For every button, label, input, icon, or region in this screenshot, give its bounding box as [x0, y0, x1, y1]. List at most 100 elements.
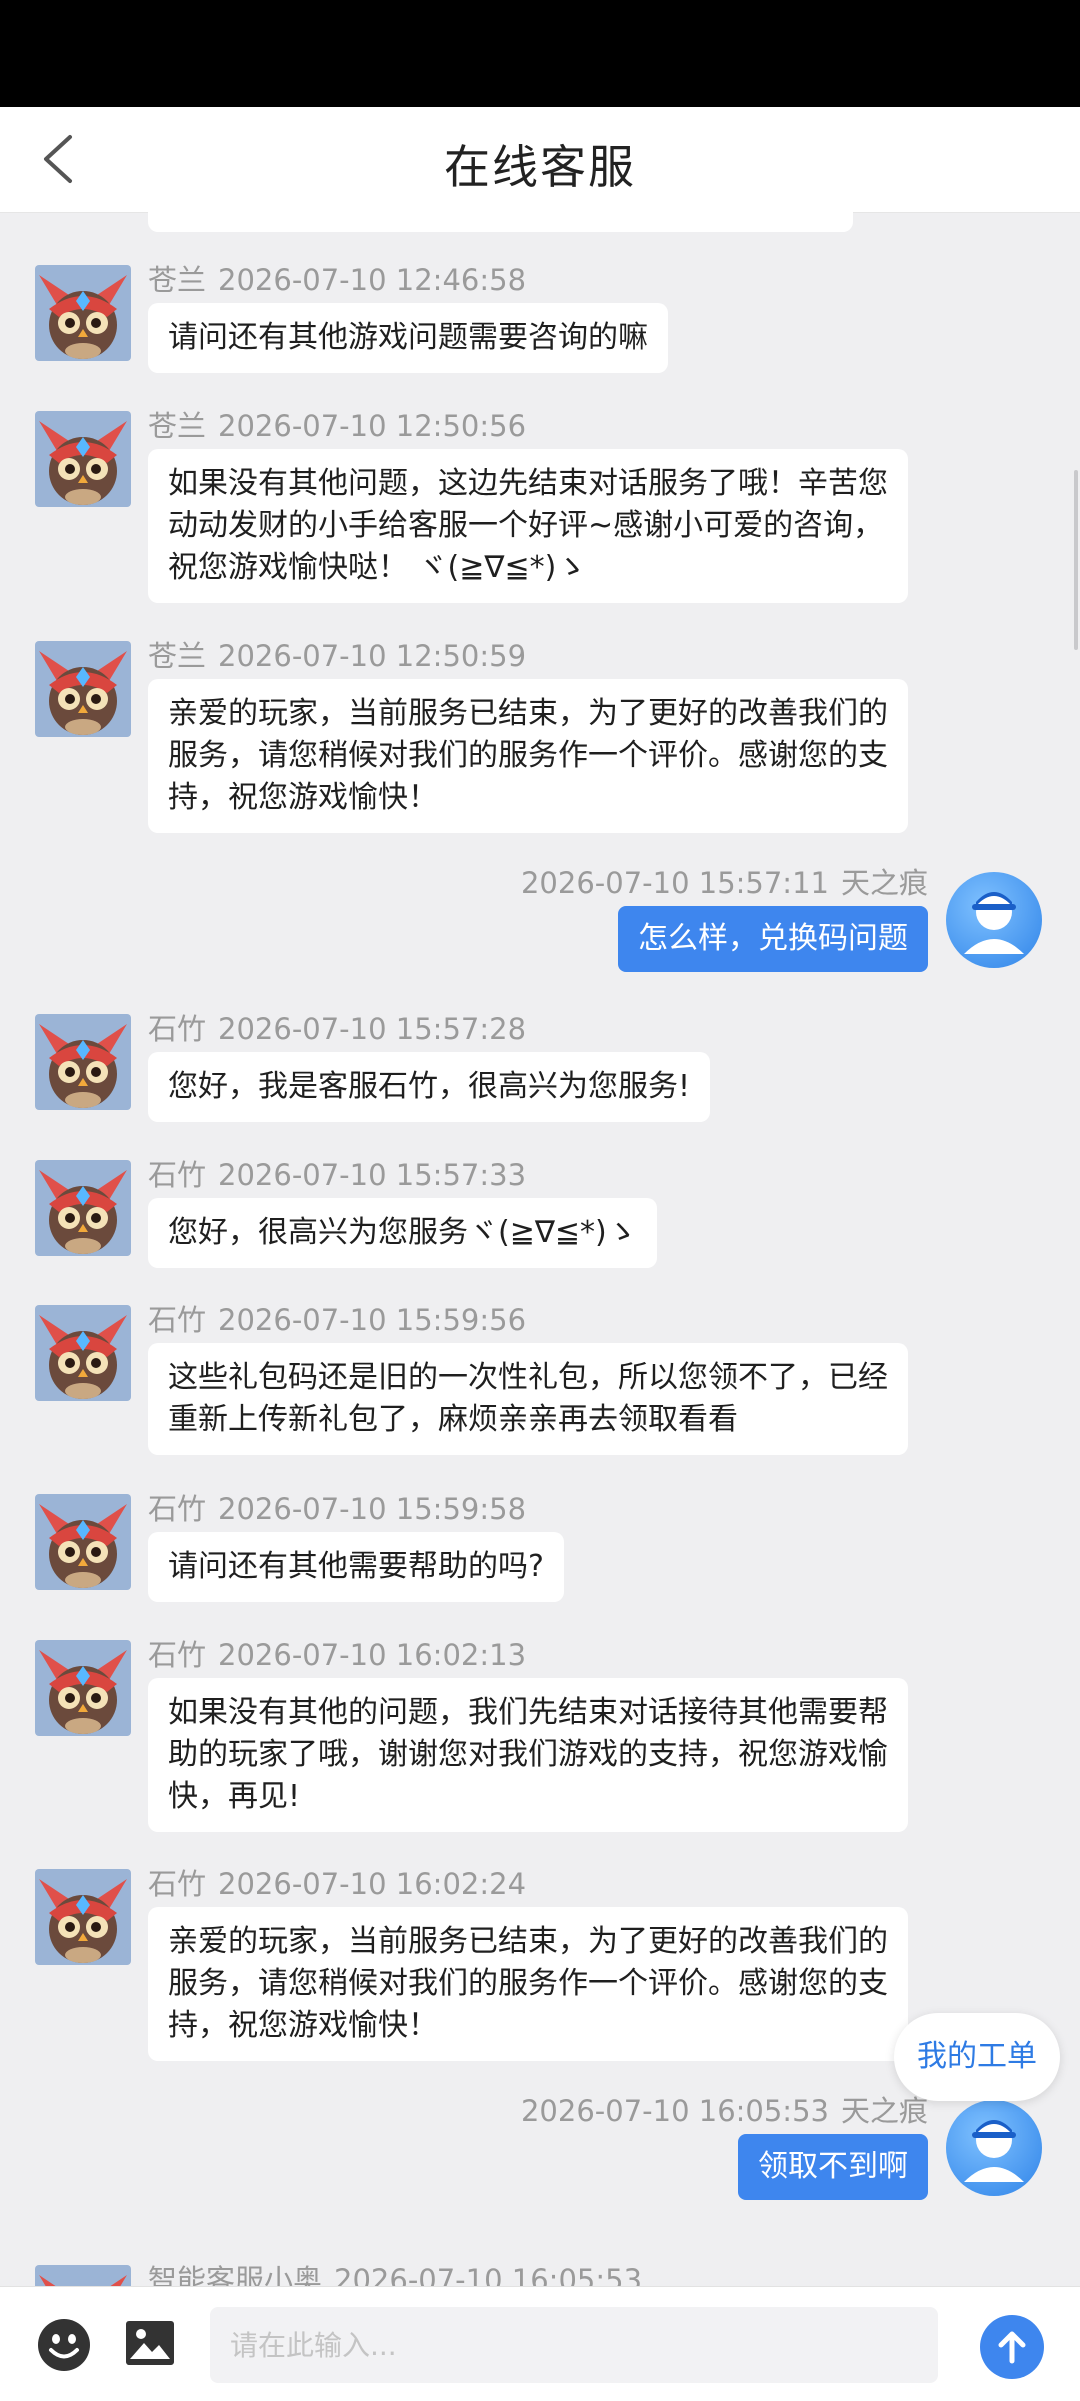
- owl-avatar-image: [35, 2265, 131, 2286]
- timestamp: 2026-07-10 15:59:56: [218, 1303, 527, 1337]
- scrollbar[interactable]: [1074, 470, 1078, 650]
- timestamp: 2026-07-10 12:46:58: [218, 263, 527, 297]
- timestamp: 2026-07-10 16:05:53: [334, 2263, 643, 2286]
- owl-avatar-image: [35, 641, 131, 737]
- input-bar: [0, 2286, 1080, 2401]
- message-meta: 苍兰 2026-07-10 12:46:58: [148, 257, 526, 299]
- message-bubble[interactable]: 请问还有其他需要帮助的吗?: [148, 1532, 564, 1602]
- message-text-line: 如果没有其他的问题，我们先结束对话接待其他需要帮: [168, 1695, 888, 1730]
- owl-avatar-image: [35, 1494, 131, 1590]
- agent-avatar[interactable]: [35, 1160, 131, 1256]
- timestamp: 2026-07-10 12:50:56: [218, 409, 527, 443]
- message-bubble[interactable]: 亲爱的玩家，当前服务已结束，为了更好的改善我们的 服务，请您稍候对我们的服务作一个…: [148, 1907, 908, 2061]
- sender-name: 苍兰: [148, 263, 207, 297]
- status-bar: [0, 0, 1080, 107]
- message-text-line: 重新上传新礼包了，麻烦亲亲再去领取看看: [168, 1402, 738, 1437]
- agent-avatar[interactable]: [35, 641, 131, 737]
- user-avatar-image: [964, 892, 1024, 954]
- message-meta: 石竹 2026-07-10 16:02:24: [148, 1861, 526, 1903]
- timestamp: 2026-07-10 16:02:24: [218, 1867, 527, 1901]
- message-bubble[interactable]: 如果没有其他问题，这边先结束对话服务了哦！辛苦您 动动发财的小手给客服一个好评~感…: [148, 449, 908, 603]
- agent-avatar[interactable]: [35, 265, 131, 361]
- message-meta: 2026-07-10 15:57:11 天之痕: [521, 860, 928, 902]
- message-bubble[interactable]: 怎么样，兑换码问题: [618, 906, 928, 972]
- message-text-line: 祝您游戏愉快哒！ ヾ(≧∇≦*)ゝ: [168, 550, 587, 585]
- timestamp: 2026-07-10 16:02:13: [218, 1638, 527, 1672]
- sender-name: 石竹: [148, 1492, 207, 1526]
- message-meta: 石竹 2026-07-10 15:59:56: [148, 1297, 526, 1339]
- sender-name: 苍兰: [148, 639, 207, 673]
- owl-avatar-image: [35, 1305, 131, 1401]
- sender-name: 苍兰: [148, 409, 207, 443]
- message-text-line: 亲爱的玩家，当前服务已结束，为了更好的改善我们的: [168, 1924, 888, 1959]
- message-text-line: 您好，很高兴为您服务ヾ(≧∇≦*)ゝ: [168, 1215, 637, 1250]
- message-meta: 苍兰 2026-07-10 12:50:59: [148, 633, 526, 675]
- image-button[interactable]: [124, 2317, 176, 2369]
- message-text-line: 持，祝您游戏愉快！: [168, 780, 438, 815]
- header: 在线客服: [0, 107, 1080, 213]
- message-meta: 苍兰 2026-07-10 12:50:56: [148, 403, 526, 445]
- agent-avatar[interactable]: [35, 1494, 131, 1590]
- message-meta: 2026-07-10 16:05:53 天之痕: [521, 2088, 928, 2130]
- sender-name: 天之痕: [840, 866, 928, 900]
- image-icon: [126, 2321, 174, 2365]
- agent-avatar[interactable]: [35, 2265, 131, 2286]
- message-bubble[interactable]: 亲爱的玩家，当前服务已结束，为了更好的改善我们的 服务，请您稍候对我们的服务作一个…: [148, 679, 908, 833]
- message-text-line: 这些礼包码还是旧的一次性礼包，所以您领不了，已经: [168, 1360, 888, 1395]
- timestamp: 2026-07-10 16:05:53: [520, 2094, 829, 2128]
- owl-avatar-image: [35, 1160, 131, 1256]
- message-text-line: 服务，请您稍候对我们的服务作一个评价。感谢您的支: [168, 738, 888, 773]
- owl-avatar-image: [35, 411, 131, 507]
- message-bubble[interactable]: 您好，很高兴为您服务ヾ(≧∇≦*)ゝ: [148, 1198, 657, 1268]
- agent-avatar[interactable]: [35, 1869, 131, 1965]
- message-text-line: 如果没有其他问题，这边先结束对话服务了哦！辛苦您: [168, 466, 888, 501]
- my-work-order-button[interactable]: 我的工单: [894, 2013, 1060, 2101]
- user-avatar[interactable]: [946, 2100, 1042, 2196]
- owl-avatar-image: [35, 1869, 131, 1965]
- timestamp: 2026-07-10 15:57:28: [218, 1012, 527, 1046]
- message-text-line: 助的玩家了哦，谢谢您对我们游戏的支持，祝您游戏愉: [168, 1737, 888, 1772]
- message-input[interactable]: [210, 2307, 938, 2383]
- message-meta: 石竹 2026-07-10 15:59:58: [148, 1486, 526, 1528]
- timestamp: 2026-07-10 15:57:33: [218, 1158, 527, 1192]
- message-bubble[interactable]: 您好，我是客服石竹，很高兴为您服务!: [148, 1052, 711, 1122]
- chat-area[interactable]: 苍兰 2026-07-10 12:46:58 请问还有其他游戏问题需要咨询的嘛 苍兰 2…: [0, 212, 1080, 2286]
- message-text-line: 服务，请您稍候对我们的服务作一个评价。感谢您的支: [168, 1966, 888, 2001]
- agent-avatar[interactable]: [35, 1305, 131, 1401]
- sender-name: 石竹: [148, 1867, 207, 1901]
- sender-name: 石竹: [148, 1158, 207, 1192]
- agent-avatar[interactable]: [35, 411, 131, 507]
- emoji-icon: [38, 2319, 90, 2371]
- timestamp: 2026-07-10 12:50:59: [218, 639, 527, 673]
- arrow-up-icon: [998, 2331, 1026, 2364]
- previous-message-bubble: [148, 212, 853, 232]
- message-text-line: 怎么样，兑换码问题: [638, 921, 908, 956]
- agent-avatar[interactable]: [35, 1014, 131, 1110]
- message-bubble[interactable]: 这些礼包码还是旧的一次性礼包，所以您领不了，已经 重新上传新礼包了，麻烦亲亲再去领…: [148, 1343, 908, 1455]
- message-text-line: 亲爱的玩家，当前服务已结束，为了更好的改善我们的: [168, 696, 888, 731]
- sender-name: 石竹: [148, 1303, 207, 1337]
- message-meta: 石竹 2026-07-10 15:57:28: [148, 1006, 526, 1048]
- page-title: 在线客服: [444, 140, 636, 194]
- message-meta: 智能客服小奥 2026-07-10 16:05:53: [148, 2257, 642, 2286]
- message-text-line: 持，祝您游戏愉快！: [168, 2008, 438, 2043]
- sender-name: 石竹: [148, 1012, 207, 1046]
- sender-name: 智能客服小奥: [148, 2263, 323, 2286]
- message-text-line: 快，再见!: [168, 1779, 301, 1814]
- agent-avatar[interactable]: [35, 1640, 131, 1736]
- message-text-line: 请问还有其他游戏问题需要咨询的嘛: [168, 320, 648, 355]
- message-bubble[interactable]: 请问还有其他游戏问题需要咨询的嘛: [148, 303, 668, 373]
- message-text-line: 您好，我是客服石竹，很高兴为您服务!: [168, 1069, 691, 1104]
- message-text-line: 请问还有其他需要帮助的吗?: [168, 1549, 544, 1584]
- user-avatar[interactable]: [946, 872, 1042, 968]
- timestamp: 2026-07-10 15:57:11: [520, 866, 829, 900]
- emoji-button[interactable]: [36, 2317, 92, 2373]
- message-text-line: 领取不到啊: [758, 2149, 908, 2184]
- message-bubble[interactable]: 如果没有其他的问题，我们先结束对话接待其他需要帮 助的玩家了哦，谢谢您对我们游戏的…: [148, 1678, 908, 1832]
- message-text-line: 动动发财的小手给客服一个好评~感谢小可爱的咨询，: [168, 508, 884, 543]
- owl-avatar-image: [35, 1014, 131, 1110]
- send-button[interactable]: [980, 2315, 1044, 2379]
- message-bubble[interactable]: 领取不到啊: [738, 2134, 928, 2200]
- owl-avatar-image: [35, 1640, 131, 1736]
- message-meta: 石竹 2026-07-10 16:02:13: [148, 1632, 526, 1674]
